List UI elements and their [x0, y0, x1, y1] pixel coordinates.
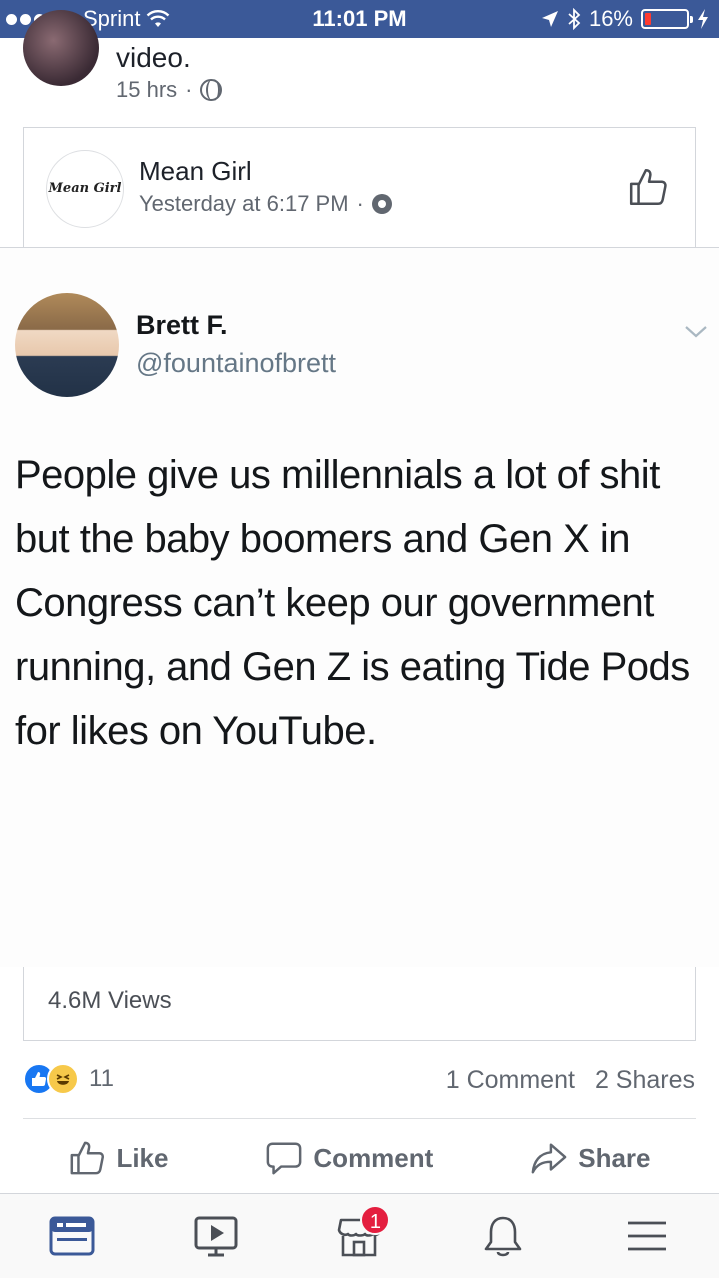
globe-icon — [200, 79, 223, 101]
news-feed-icon — [49, 1216, 95, 1256]
meta-separator: · — [185, 77, 193, 102]
meta-separator: · — [356, 191, 364, 216]
comment-bubble-icon — [267, 1142, 302, 1175]
share-arrow-icon — [531, 1143, 567, 1174]
bottom-tab-bar: 1 — [0, 1193, 719, 1278]
tab-menu[interactable] — [612, 1201, 682, 1271]
tweet-text: People give us millennials a lot of shit… — [15, 453, 690, 753]
views-count: 4.6M Views — [48, 987, 172, 1014]
comment-button[interactable]: Comment — [265, 1139, 433, 1177]
marketplace-notification-badge: 1 — [360, 1205, 391, 1235]
bell-icon — [484, 1216, 522, 1257]
charging-bolt-icon — [698, 9, 708, 29]
haha-reaction-icon — [47, 1063, 79, 1095]
reactions-summary[interactable]: 11 — [23, 1063, 114, 1095]
like-label: Like — [116, 1142, 169, 1173]
tab-news-feed[interactable] — [37, 1201, 107, 1271]
share-label: Share — [578, 1142, 651, 1173]
tab-notifications[interactable] — [468, 1201, 538, 1271]
page-post-time[interactable]: Yesterday at 6:17 PM — [139, 191, 349, 217]
status-bar: Sprint 11:01 PM 16% — [0, 0, 719, 38]
tweet-author-name: Brett F. — [136, 310, 228, 340]
comment-count[interactable]: 1 Comment — [446, 1066, 575, 1095]
sharer-avatar[interactable] — [23, 10, 99, 86]
battery-percent: 16% — [588, 6, 633, 31]
tab-marketplace[interactable]: 1 — [324, 1201, 394, 1271]
share-button[interactable]: Share — [530, 1139, 651, 1177]
divider — [23, 1118, 696, 1119]
location-arrow-icon — [541, 11, 558, 27]
battery-fill — [645, 13, 652, 25]
shared-page-card[interactable]: Mean Girl Mean Girl Yesterday at 6:17 PM… — [23, 127, 696, 247]
bluetooth-icon — [568, 8, 581, 30]
share-count[interactable]: 2 Shares — [595, 1066, 695, 1095]
page-name[interactable]: Mean Girl — [139, 156, 252, 187]
video-play-icon — [194, 1216, 238, 1257]
page-logo[interactable]: Mean Girl — [46, 150, 124, 228]
engagement-counts: 1 Comment 2 Shares — [446, 1066, 695, 1095]
tweet-image[interactable]: Brett F. @fountainofbrett People give us… — [0, 247, 719, 967]
tweet-author-handle: @fountainofbrett — [136, 348, 337, 378]
like-button[interactable]: Like — [68, 1139, 168, 1177]
post-actions: Like Comment Share — [0, 1125, 719, 1191]
tab-watch[interactable] — [181, 1201, 251, 1271]
chevron-down-icon — [685, 326, 707, 338]
like-page-icon[interactable] — [627, 166, 669, 208]
sharer-post-meta: 15 hrs · — [116, 77, 223, 103]
page-post-meta: Yesterday at 6:17 PM · — [139, 191, 392, 217]
reaction-count: 11 — [89, 1065, 114, 1092]
video-views-box: 4.6M Views — [23, 967, 696, 1041]
status-right: 16% — [541, 6, 709, 32]
gear-icon — [371, 194, 392, 214]
battery-icon — [641, 9, 693, 29]
thumbs-up-icon — [71, 1141, 105, 1175]
sharer-post-time[interactable]: 15 hrs — [116, 77, 177, 103]
sharer-post-text: video. — [116, 42, 191, 73]
comment-label: Comment — [313, 1142, 434, 1173]
tweet-author-avatar — [15, 293, 119, 397]
hamburger-menu-icon — [628, 1221, 667, 1251]
